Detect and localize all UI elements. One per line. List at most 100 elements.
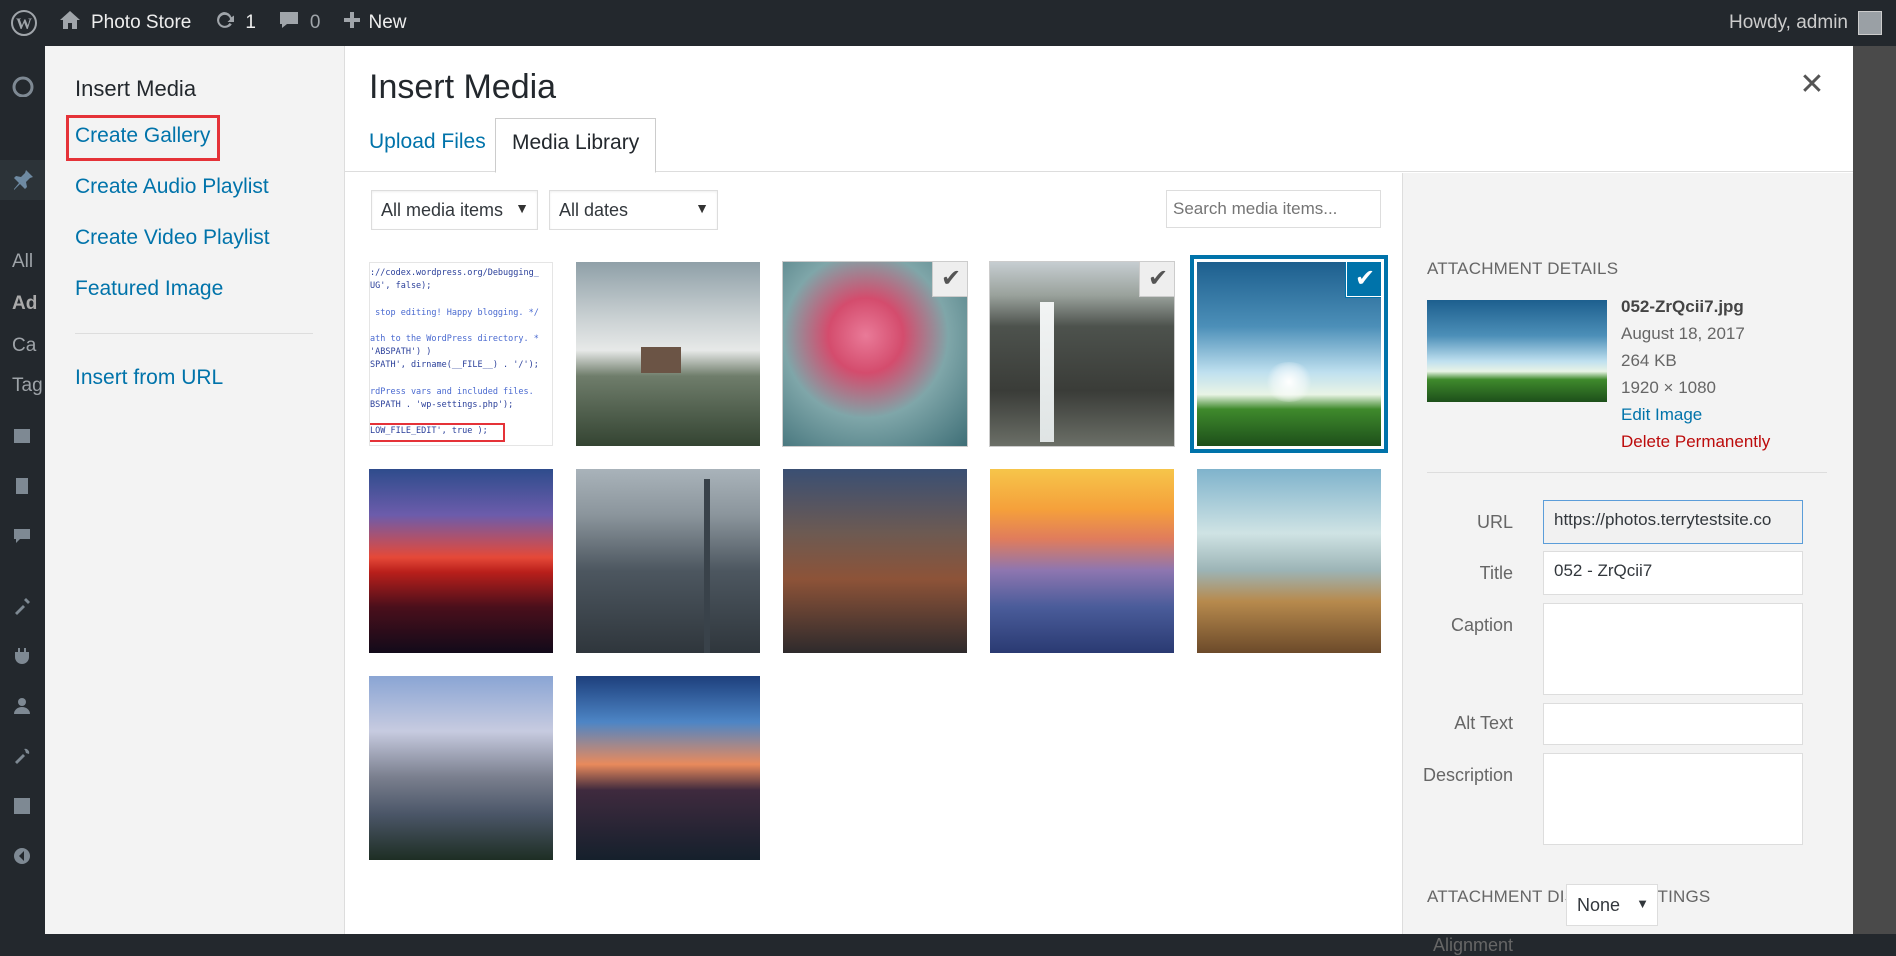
code-line: stop editing! Happy blogging. */ <box>370 307 539 318</box>
date-filter[interactable]: All dates ▼ <box>549 190 718 230</box>
admin-menu-fragment-4: Tag <box>12 375 43 396</box>
delete-permanently-link[interactable]: Delete Permanently <box>1621 432 1770 452</box>
caption-label: Caption <box>1450 615 1513 635</box>
site-name-link[interactable]: Photo Store <box>48 0 202 46</box>
comment-icon <box>278 10 300 36</box>
attachment-details-heading: Attachment Details <box>1427 259 1619 278</box>
search-input[interactable] <box>1166 190 1381 228</box>
menu-insert-from-url[interactable]: Insert from URL <box>75 366 223 390</box>
description-label: Description <box>1422 765 1513 785</box>
attachment-clouds-sunset[interactable] <box>990 469 1174 653</box>
updates-link[interactable]: 1 <box>202 0 267 46</box>
media-router: Upload Files Media Library <box>345 46 1853 173</box>
plus-icon <box>343 11 361 35</box>
description-field[interactable] <box>1543 753 1803 845</box>
close-icon[interactable]: ✕ <box>1792 64 1832 104</box>
updates-icon <box>213 9 235 37</box>
menu-create-gallery[interactable]: Create Gallery <box>75 124 210 148</box>
media-frame-menu: Insert Media Create Gallery Create Audio… <box>45 46 345 934</box>
attachment-yosemite[interactable] <box>369 676 553 860</box>
attachment-red-sunset-lake[interactable] <box>369 469 553 653</box>
attachment-city-skyline[interactable] <box>576 469 760 653</box>
users-icon <box>0 686 45 726</box>
attachment-details-sidebar: Attachment Details 052-ZrQcii7.jpg Augus… <box>1402 173 1853 955</box>
date-filter-value: All dates <box>559 199 629 220</box>
admin-bar: W Photo Store 1 0 New Howdy, admin <box>0 0 1896 46</box>
pin-icon <box>0 160 45 200</box>
code-line: ://codex.wordpress.org/Debugging_ <box>370 268 539 278</box>
updates-count: 1 <box>245 12 256 33</box>
tools-icon <box>0 736 45 776</box>
code-line: 'ABSPATH') ) <box>370 347 432 358</box>
alignment-value: None <box>1577 895 1621 915</box>
code-line: rdPress vars and included files. <box>370 386 534 397</box>
title-label: Title <box>1479 563 1513 583</box>
castle-silhouette <box>641 347 681 373</box>
title-field[interactable]: 052 - ZrQcii7 <box>1543 551 1803 595</box>
my-account-link[interactable]: Howdy, admin <box>1729 0 1882 46</box>
admin-menu-fragment-2: Ad <box>12 293 38 314</box>
menu-heading-insert-media[interactable]: Insert Media <box>75 76 196 102</box>
caption-field[interactable] <box>1543 603 1803 695</box>
edit-image-link[interactable]: Edit Image <box>1621 405 1702 425</box>
plugins-icon <box>0 636 45 676</box>
alt-text-label: Alt Text <box>1454 713 1513 733</box>
wordpress-logo-icon[interactable]: W <box>0 0 48 46</box>
attachment-city-street[interactable] <box>783 469 967 653</box>
site-name: Photo Store <box>91 12 192 33</box>
attachment-preview-thumbnail[interactable] <box>1427 300 1607 402</box>
attachment-code-screenshot[interactable]: ://codex.wordpress.org/Debugging_ UG', fa… <box>369 262 553 446</box>
menu-create-video-playlist[interactable]: Create Video Playlist <box>75 226 270 250</box>
tower-silhouette <box>704 479 710 653</box>
code-highlight-box <box>370 423 505 442</box>
svg-text:W: W <box>16 16 32 33</box>
chevron-down-icon: ▼ <box>1636 896 1649 911</box>
page-background <box>1852 46 1896 934</box>
attachment-misty-castle[interactable] <box>576 262 760 446</box>
menu-separator <box>75 333 313 334</box>
new-label: New <box>368 12 407 33</box>
settings-icon <box>0 786 45 826</box>
admin-menu: All Ad Ca Tag <box>0 46 45 934</box>
alignment-select[interactable]: None ▼ <box>1566 884 1658 926</box>
admin-menu-fragment-3: Ca <box>12 335 37 356</box>
frame-title: Insert Media <box>369 68 557 106</box>
code-line: SPATH', dirname(__FILE__) . '/'); <box>370 360 539 371</box>
checkmark-icon[interactable]: ✔ <box>1140 262 1174 296</box>
checkmark-icon[interactable]: ✔ <box>1347 262 1381 296</box>
collapse-menu-icon <box>0 836 45 876</box>
attachment-cherry-tree[interactable]: ✔ <box>783 262 967 446</box>
code-line: ath to the WordPress directory. * <box>370 334 539 345</box>
attachment-filename: 052-ZrQcii7.jpg <box>1621 297 1744 316</box>
tab-media-library[interactable]: Media Library <box>495 118 657 173</box>
attachment-date: August 18, 2017 <box>1621 324 1745 343</box>
sun-glow <box>1264 362 1314 402</box>
attachment-sunny-field[interactable]: ✔ <box>1197 262 1381 446</box>
comments-link[interactable]: 0 <box>267 0 332 46</box>
admin-menu-fragment-1: All <box>12 251 34 272</box>
new-content-link[interactable]: New <box>332 0 418 46</box>
code-snippet: ://codex.wordpress.org/Debugging_ UG', fa… <box>370 267 552 439</box>
alt-text-field[interactable] <box>1543 703 1803 745</box>
chevron-down-icon: ▼ <box>695 200 709 216</box>
attachment-waterfall[interactable]: ✔ <box>990 262 1174 446</box>
avatar <box>1858 11 1882 35</box>
media-type-filter[interactable]: All media items ▼ <box>371 190 538 230</box>
media-type-filter-value: All media items <box>381 199 504 220</box>
attachment-wheat-field[interactable] <box>1197 469 1381 653</box>
attachment-mountain-sunrise[interactable] <box>576 676 760 860</box>
attachment-dimensions: 1920 × 1080 <box>1621 378 1717 397</box>
media-modal: Insert Media Create Gallery Create Audio… <box>45 46 1853 955</box>
alignment-label: Alignment <box>1432 935 1513 955</box>
menu-featured-image[interactable]: Featured Image <box>75 277 223 301</box>
checkmark-icon[interactable]: ✔ <box>933 262 967 296</box>
tab-upload-files[interactable]: Upload Files <box>353 118 502 172</box>
menu-create-audio-playlist[interactable]: Create Audio Playlist <box>75 175 269 199</box>
code-line: BSPATH . 'wp-settings.php'); <box>370 400 514 411</box>
url-field[interactable]: https://photos.terrytestsite.co <box>1543 500 1803 544</box>
media-icon <box>0 416 45 456</box>
waterfall-stream <box>1040 302 1054 442</box>
